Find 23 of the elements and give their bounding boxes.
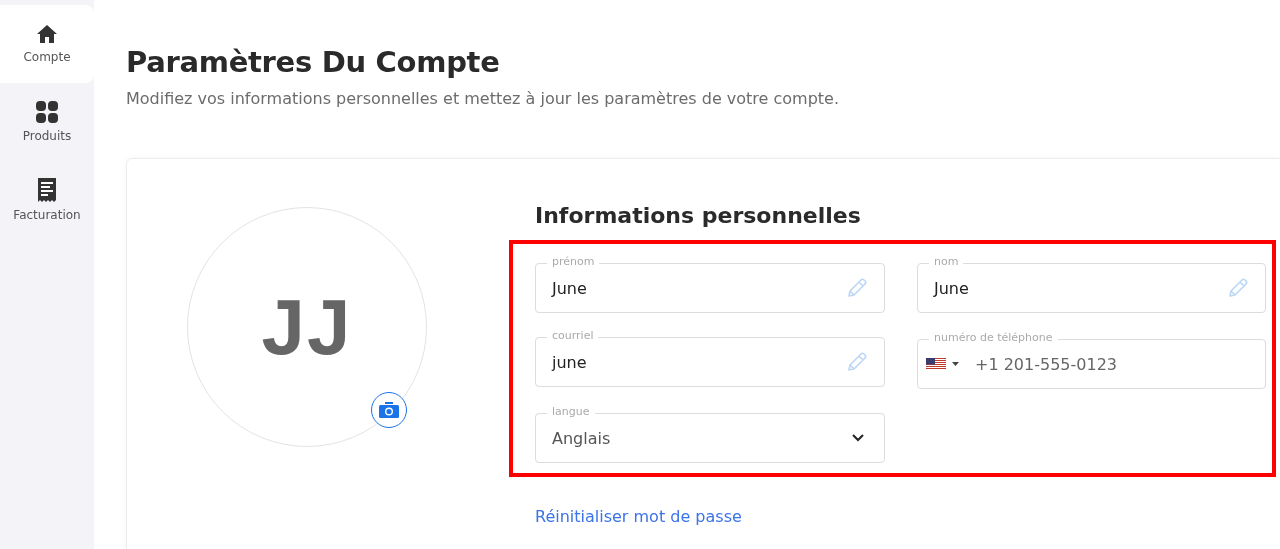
field-label: prénom bbox=[547, 255, 600, 269]
camera-button[interactable] bbox=[371, 392, 407, 428]
reset-password-link[interactable]: Réinitialiser mot de passe bbox=[535, 507, 1276, 526]
grid-icon bbox=[36, 101, 58, 123]
receipt-icon bbox=[38, 178, 56, 202]
page-subtitle: Modifiez vos informations personnelles et mettez à jour les paramètres de votre compte. bbox=[126, 89, 841, 108]
avatar-initials: JJ bbox=[261, 281, 353, 373]
camera-icon bbox=[379, 402, 399, 418]
pencil-icon bbox=[846, 277, 868, 299]
field-label: numéro de téléphone bbox=[929, 331, 1058, 345]
phone-input[interactable]: +1 201-555-0123 bbox=[965, 354, 1249, 374]
chevron-down-icon bbox=[852, 434, 864, 442]
pencil-icon bbox=[846, 351, 868, 373]
sidebar-item[interactable]: Facturation bbox=[0, 161, 94, 239]
page-title: Paramètres Du Compte bbox=[126, 45, 501, 79]
flag-icon bbox=[926, 358, 946, 370]
sidebar-item[interactable]: Produits bbox=[0, 83, 94, 161]
pencil-icon bbox=[1227, 277, 1249, 299]
caret-icon bbox=[952, 362, 959, 366]
section-title: Informations personnelles bbox=[535, 203, 862, 228]
home-icon bbox=[36, 24, 58, 44]
field-label: langue bbox=[547, 405, 595, 419]
sidebar-item[interactable]: Compte bbox=[0, 5, 94, 83]
